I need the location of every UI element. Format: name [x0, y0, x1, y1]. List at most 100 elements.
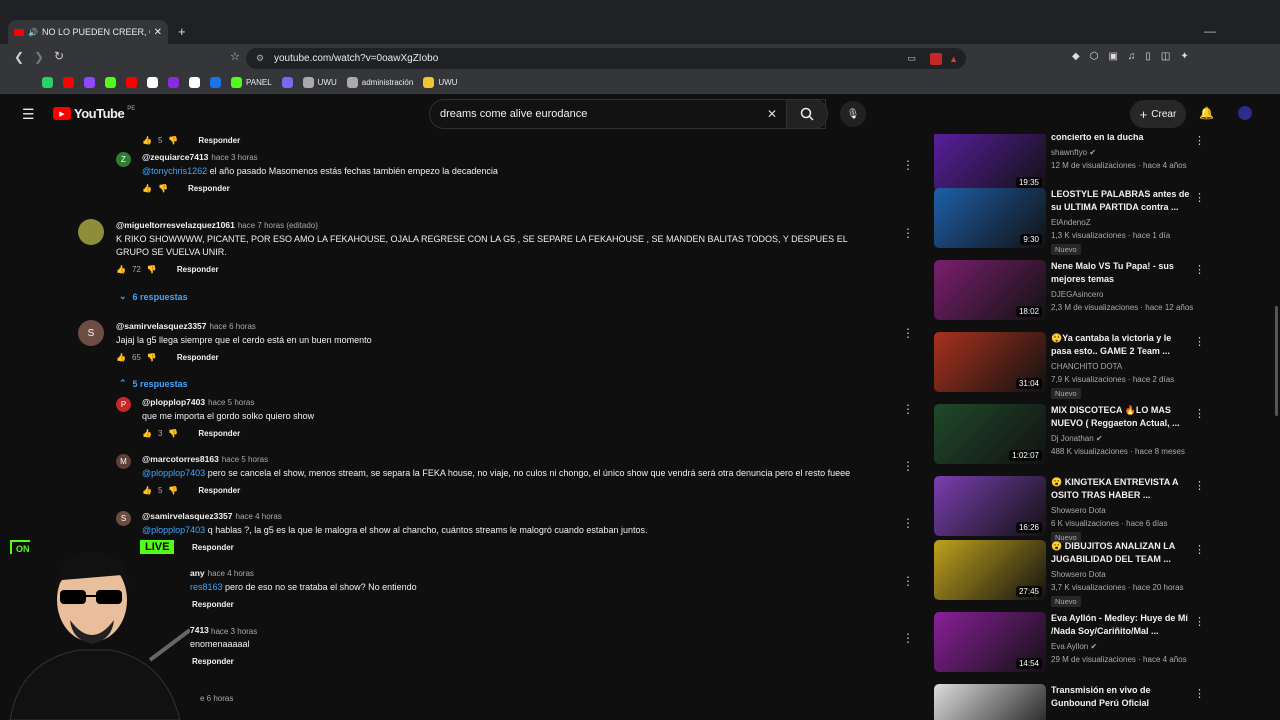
bookmark-item[interactable]: UWU	[302, 77, 337, 88]
dislike-icon[interactable]: 👎	[168, 429, 178, 438]
extension-puzzle-icon[interactable]: ⬡	[1090, 51, 1099, 62]
avatar[interactable]: S	[116, 511, 131, 526]
like-icon[interactable]: 👍	[142, 184, 152, 193]
menu-icon[interactable]: ☰	[22, 106, 35, 123]
tab-close-icon[interactable]: ✕	[154, 27, 162, 38]
video-channel[interactable]: ElAndenoZ	[1051, 216, 1091, 229]
hide-replies-button[interactable]: ⌃ 5 respuestas	[119, 378, 188, 389]
comment-author[interactable]: 7413	[190, 625, 209, 635]
video-title[interactable]: LEOSTYLE PALABRAS antes de su ULTIMA PAR…	[1051, 188, 1191, 214]
youtube-logo[interactable]: ▶ YouTube PE	[53, 106, 135, 121]
comment-author[interactable]: @zequiarce7413	[142, 152, 208, 162]
dislike-icon[interactable]: 👎	[168, 136, 178, 145]
video-menu-icon[interactable]: ⋮	[1194, 263, 1204, 276]
reply-button[interactable]: Responder	[192, 543, 234, 552]
reading-list-icon[interactable]: ▯	[1145, 51, 1151, 62]
comment-time[interactable]: hace 5 horas	[208, 398, 254, 407]
music-icon[interactable]: ♫	[1128, 51, 1136, 62]
video-thumbnail[interactable]: 1:02:07	[934, 404, 1046, 464]
bookmark-item[interactable]	[281, 77, 293, 88]
comment-author[interactable]: @plopplop7403	[142, 397, 205, 407]
bookmark-item[interactable]: PANEL	[231, 77, 272, 88]
comment-time[interactable]: hace 4 horas	[208, 569, 254, 578]
comment-author[interactable]: @samirvelasquez3357	[116, 321, 207, 331]
video-card[interactable]: 19:35 concierto en la ducha shawnftyo ✔ 12 …	[934, 134, 1204, 193]
comment-time[interactable]: hace 7 horas (editado)	[238, 221, 318, 230]
bookmark-item[interactable]	[126, 77, 137, 88]
forward-icon[interactable]: ❯	[34, 50, 44, 64]
channel-name[interactable]: Showsero Dota	[1051, 570, 1106, 579]
dislike-icon[interactable]: 👎	[147, 353, 157, 362]
video-card[interactable]: 18:02 Nene Malo VS Tu Papa! - sus mejores…	[934, 260, 1204, 322]
avatar[interactable]	[78, 219, 104, 245]
notifications-bell-icon[interactable]: 🔔	[1199, 106, 1214, 120]
video-card[interactable]: 16:26 😮 KINGTEKA ENTREVISTA A OSITO TRAS …	[934, 476, 1204, 543]
bookmark-item[interactable]	[210, 77, 221, 88]
mention-link[interactable]: @tonychris1262	[142, 166, 207, 176]
video-menu-icon[interactable]: ⋮	[1194, 335, 1204, 348]
video-menu-icon[interactable]: ⋮	[1194, 543, 1204, 556]
clear-search-icon[interactable]: ✕	[767, 107, 777, 121]
bookmark-item[interactable]	[105, 77, 116, 88]
voice-search-button[interactable]: 🎙	[840, 101, 866, 127]
video-title[interactable]: 😮 KINGTEKA ENTREVISTA A OSITO TRAS HABER…	[1051, 476, 1191, 502]
new-tab-button[interactable]: +	[178, 24, 186, 39]
dislike-icon[interactable]: 👎	[158, 184, 168, 193]
channel-name[interactable]: Eva Ayllon	[1051, 642, 1088, 651]
video-thumbnail[interactable]: 14:54	[934, 612, 1046, 672]
video-title[interactable]: MIX DISCOTECA 🔥LO MAS NUEVO ( Reggaeton …	[1051, 404, 1191, 430]
comment-author[interactable]: @migueltorresvelazquez1061	[116, 220, 235, 230]
reply-button[interactable]: Responder	[188, 184, 230, 193]
comment-menu-icon[interactable]: ⋮	[902, 459, 914, 473]
comment-time[interactable]: hace 5 horas	[222, 455, 268, 464]
site-info-icon[interactable]: ⚙	[256, 53, 264, 64]
address-bar[interactable]: ⚙ youtube.com/watch?v=0oawXgZIobo ▭ ▲	[246, 48, 966, 69]
reply-button[interactable]: Responder	[192, 600, 234, 609]
video-thumbnail[interactable]: 19:35	[934, 134, 1046, 191]
back-icon[interactable]: ❮	[14, 50, 24, 64]
dislike-icon[interactable]: 👎	[147, 265, 157, 274]
search-button[interactable]	[786, 99, 828, 129]
mention-link[interactable]: @plopplop7403	[142, 468, 205, 478]
video-card[interactable]: 27:45 😮 DIBUJITOS ANALIZAN LA JUGABILIDAD…	[934, 540, 1204, 607]
scrollbar-thumb[interactable]	[1275, 306, 1278, 416]
bookmark-item[interactable]	[63, 77, 74, 88]
page-scrollbar[interactable]	[1273, 134, 1280, 720]
video-channel[interactable]: shawnftyo ✔	[1051, 146, 1096, 159]
comment-author[interactable]: @samirvelasquez3357	[142, 511, 233, 521]
like-icon[interactable]: 👍	[142, 429, 152, 438]
video-channel[interactable]: Showsero Dota	[1051, 568, 1106, 581]
extension-badge-icon[interactable]	[930, 52, 942, 65]
comment-author[interactable]: @marcotorres8163	[142, 454, 219, 464]
reply-button[interactable]: Responder	[198, 136, 240, 145]
channel-name[interactable]: ElAndenoZ	[1051, 218, 1091, 227]
bookmark-star-icon[interactable]: ☆	[230, 50, 240, 63]
video-menu-icon[interactable]: ⋮	[1194, 479, 1204, 492]
comment-menu-icon[interactable]: ⋮	[902, 158, 914, 172]
browser-tab[interactable]: 🔊 NO LO PUEDEN CREER, CI ✕	[8, 20, 168, 44]
video-channel[interactable]: CHANCHITO DOTA	[1051, 360, 1122, 373]
comment-menu-icon[interactable]: ⋮	[902, 631, 914, 645]
channel-name[interactable]: CHANCHITO DOTA	[1051, 362, 1122, 371]
avatar[interactable]	[1238, 106, 1252, 120]
create-button[interactable]: + Crear	[1130, 100, 1186, 128]
show-replies-button[interactable]: ⌄ 6 respuestas	[119, 291, 188, 302]
like-icon[interactable]: 👍	[116, 353, 126, 362]
bookmark-item[interactable]	[189, 77, 200, 88]
bookmark-item[interactable]: administración	[346, 77, 413, 88]
video-channel[interactable]: Dj Jonathan ✔	[1051, 432, 1103, 445]
video-channel[interactable]: Showsero Dota	[1051, 504, 1106, 517]
like-icon[interactable]: 👍	[142, 136, 152, 145]
comment-time[interactable]: hace 4 horas	[236, 512, 282, 521]
video-card[interactable]: 9:30 LEOSTYLE PALABRAS antes de su ULTIMA…	[934, 188, 1204, 255]
comment-time[interactable]: hace 3 horas	[211, 153, 257, 162]
video-title[interactable]: Eva Ayllón - Medley: Huye de Mí /Nada So…	[1051, 612, 1191, 638]
video-menu-icon[interactable]: ⋮	[1194, 687, 1204, 700]
search-input[interactable]: dreams come alive eurodance ✕	[429, 99, 826, 129]
like-icon[interactable]: 👍	[142, 486, 152, 495]
video-channel[interactable]: Eva Ayllon ✔	[1051, 640, 1097, 653]
video-title[interactable]: concierto en la ducha	[1051, 134, 1191, 144]
channel-name[interactable]: DJEGAsincero	[1051, 290, 1103, 299]
comment-time[interactable]: e 6 horas	[200, 694, 233, 703]
channel-name[interactable]: shawnftyo	[1051, 148, 1087, 157]
